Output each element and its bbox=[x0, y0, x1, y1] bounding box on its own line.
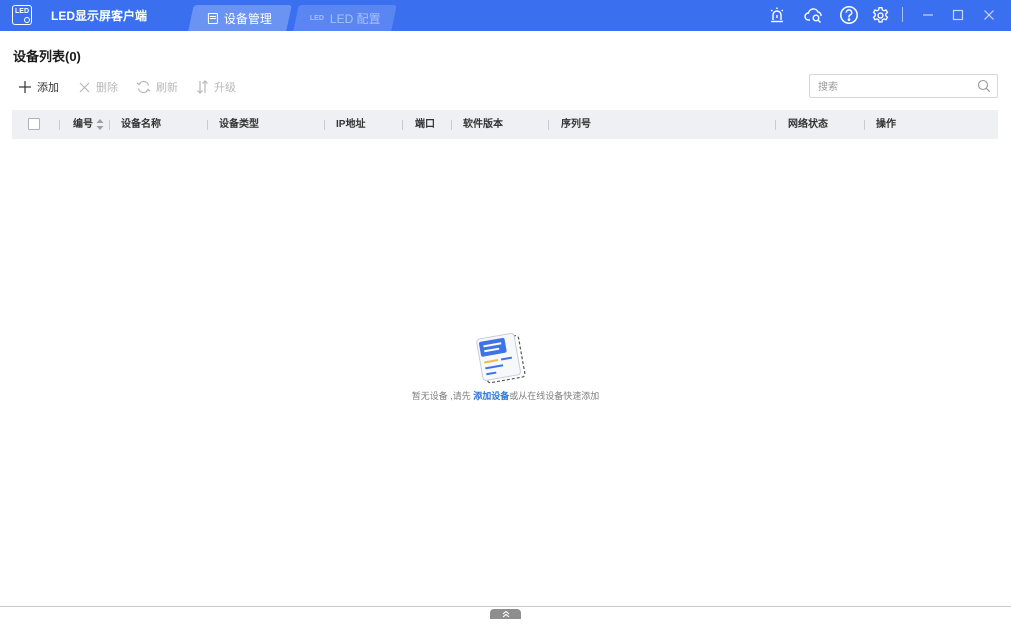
settings-button[interactable] bbox=[869, 4, 891, 26]
column-divider bbox=[207, 120, 208, 130]
cloud-search-button[interactable] bbox=[803, 4, 825, 26]
refresh-button[interactable]: 刷新 bbox=[136, 78, 178, 96]
alarm-button[interactable] bbox=[766, 4, 788, 26]
column-header-port: 端口 bbox=[415, 119, 435, 130]
column-divider bbox=[109, 120, 110, 130]
delete-button[interactable]: 删除 bbox=[78, 78, 118, 96]
empty-state-text-before: 暂无设备 ,请先 bbox=[411, 391, 474, 401]
upgrade-button[interactable]: 升级 bbox=[196, 78, 236, 96]
expand-panel-button[interactable] bbox=[490, 609, 521, 619]
app-logo-text: LED bbox=[15, 8, 29, 15]
tab-led-config[interactable]: LED LED 配置 bbox=[293, 5, 397, 31]
cloud-search-icon bbox=[804, 8, 822, 23]
upgrade-icon bbox=[197, 80, 208, 94]
sort-icon[interactable] bbox=[96, 118, 104, 131]
bottom-divider bbox=[0, 606, 1011, 607]
maximize-icon bbox=[952, 9, 964, 21]
plus-icon bbox=[19, 81, 31, 93]
column-divider bbox=[59, 120, 60, 130]
minimize-button[interactable] bbox=[917, 4, 939, 26]
page-title: 设备列表(0) bbox=[13, 49, 81, 64]
table-header: 编号 设备名称 设备类型 IP地址 端口 软件版本 序列号 网络状态 操作 bbox=[12, 110, 998, 139]
close-x-icon bbox=[79, 82, 90, 92]
empty-state-message: 暂无设备 ,请先 添加设备或从在线设备快速添加 bbox=[0, 389, 1011, 402]
column-divider bbox=[775, 120, 776, 130]
led-icon: LED bbox=[309, 14, 324, 21]
column-divider bbox=[451, 120, 452, 130]
column-divider bbox=[324, 120, 325, 130]
column-header-device-name: 设备名称 bbox=[121, 119, 161, 130]
add-button[interactable]: 添加 bbox=[18, 78, 59, 96]
tab-label: LED 配置 bbox=[329, 11, 381, 26]
refresh-icon bbox=[136, 80, 151, 94]
column-divider bbox=[864, 120, 865, 130]
column-header-device-type: 设备类型 bbox=[219, 119, 259, 130]
close-icon bbox=[984, 10, 994, 20]
add-button-label: 添加 bbox=[37, 82, 59, 94]
help-button[interactable] bbox=[838, 4, 860, 26]
column-header-network-status: 网络状态 bbox=[788, 119, 828, 130]
search-field[interactable] bbox=[809, 74, 998, 99]
app-logo-icon: LED bbox=[12, 5, 32, 25]
add-device-link[interactable]: 添加设备 bbox=[473, 391, 509, 401]
column-header-number[interactable]: 编号 bbox=[73, 110, 93, 139]
app-title: LED显示屏客户端 bbox=[51, 9, 148, 23]
search-input[interactable] bbox=[818, 76, 968, 99]
help-icon bbox=[840, 6, 858, 24]
refresh-button-label: 刷新 bbox=[156, 82, 178, 94]
empty-document-icon bbox=[476, 332, 526, 384]
column-header-software-version: 软件版本 bbox=[463, 119, 503, 130]
minimize-icon bbox=[923, 14, 933, 16]
alarm-icon bbox=[770, 7, 784, 23]
select-all-checkbox[interactable] bbox=[28, 118, 40, 130]
close-button[interactable] bbox=[978, 4, 1000, 26]
column-header-serial-number: 序列号 bbox=[561, 119, 591, 130]
titlebar-divider bbox=[902, 7, 903, 22]
empty-state-text-after: 或从在线设备快速添加 bbox=[509, 391, 600, 401]
column-header-ip-address: IP地址 bbox=[336, 119, 366, 130]
gear-icon bbox=[872, 6, 888, 23]
document-icon bbox=[207, 12, 218, 24]
maximize-button[interactable] bbox=[947, 4, 969, 26]
upgrade-button-label: 升级 bbox=[214, 82, 236, 94]
tab-label: 设备管理 bbox=[223, 11, 272, 26]
search-icon[interactable] bbox=[977, 79, 991, 93]
tab-device-management[interactable]: 设备管理 bbox=[188, 5, 292, 31]
delete-button-label: 删除 bbox=[96, 82, 118, 94]
column-divider bbox=[402, 120, 403, 130]
column-divider bbox=[548, 120, 549, 130]
column-header-actions: 操作 bbox=[876, 119, 896, 130]
double-chevron-up-icon bbox=[502, 610, 509, 618]
title-bar: LED LED显示屏客户端 设备管理 LED LED 配置 bbox=[0, 0, 1011, 31]
